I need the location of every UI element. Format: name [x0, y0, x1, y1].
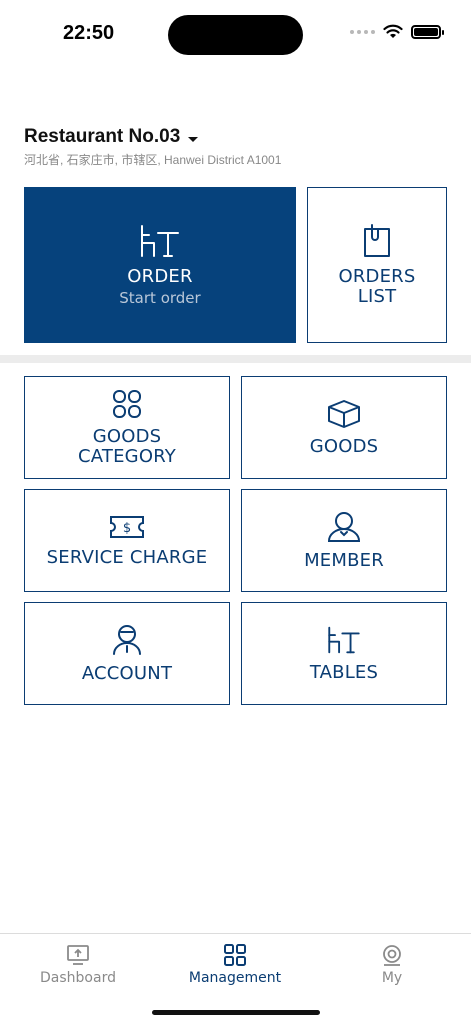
- orders-list-line1: ORDERS: [338, 266, 416, 287]
- orders-list-line2: LIST: [357, 286, 397, 307]
- member-person-icon: [327, 511, 361, 542]
- orders-list-tile[interactable]: ORDERS LIST: [307, 187, 447, 343]
- restaurant-name: Restaurant No.03: [24, 126, 181, 147]
- restaurant-address: 河北省, 石家庄市, 市辖区, Hanwei District A1001: [24, 153, 282, 167]
- member-tile[interactable]: MEMBER: [241, 489, 447, 592]
- table-chair-icon: [328, 626, 360, 653]
- caret-down-icon: [188, 136, 199, 142]
- tab-my[interactable]: My: [332, 944, 452, 986]
- goods-category-line1: GOODS: [92, 425, 162, 447]
- clipboard-icon: [364, 224, 390, 257]
- account-person-icon: [113, 624, 141, 655]
- tab-management-label: Management: [188, 970, 282, 986]
- restaurant-header: Restaurant No.03 河北省, 石家庄市, 市辖区, Hanwei …: [24, 126, 281, 168]
- monitor-icon: [67, 945, 89, 965]
- account-tile[interactable]: ACCOUNT: [24, 602, 230, 705]
- ticket-dollar-icon: $: [110, 515, 144, 538]
- tables-label: TABLES: [309, 661, 379, 683]
- dynamic-island: [168, 15, 303, 55]
- status-bar: 22:50: [0, 0, 471, 70]
- tab-dashboard-label: Dashboard: [40, 970, 116, 986]
- status-time: 22:50: [63, 22, 115, 44]
- order-label: ORDER: [127, 266, 193, 287]
- screen: 22:50 Restaurant No.03 河北省, 石家庄市, 市辖区, H…: [0, 0, 471, 1024]
- service-charge-label: SERVICE CHARGE: [46, 546, 208, 568]
- table-chair-icon: [141, 225, 179, 257]
- order-sublabel: Start order: [119, 289, 201, 307]
- service-charge-tile[interactable]: $ SERVICE CHARGE: [24, 489, 230, 592]
- grid-category-icon: [113, 389, 141, 418]
- home-indicator: [152, 1010, 320, 1015]
- battery-icon: [411, 25, 444, 39]
- tables-tile[interactable]: TABLES: [241, 602, 447, 705]
- user-circle-icon: [383, 945, 401, 966]
- status-icons: [350, 24, 444, 40]
- goods-tile[interactable]: GOODS: [241, 376, 447, 479]
- goods-label: GOODS: [309, 435, 379, 457]
- grid-icon: [224, 944, 246, 966]
- tab-my-label: My: [381, 970, 403, 986]
- restaurant-selector[interactable]: Restaurant No.03: [24, 126, 281, 148]
- wifi-icon: [383, 24, 403, 38]
- goods-category-line2: CATEGORY: [78, 445, 176, 467]
- section-divider: [0, 355, 471, 363]
- account-label: ACCOUNT: [81, 662, 173, 684]
- order-tile[interactable]: ORDER Start order: [24, 187, 296, 343]
- box-icon: [328, 399, 360, 428]
- cellular-signal-icon: [350, 30, 375, 34]
- tab-management[interactable]: Management: [175, 944, 295, 986]
- member-label: MEMBER: [304, 549, 384, 571]
- svg-text:$: $: [123, 521, 131, 536]
- goods-category-tile[interactable]: GOODS CATEGORY: [24, 376, 230, 479]
- tab-dashboard[interactable]: Dashboard: [18, 944, 138, 986]
